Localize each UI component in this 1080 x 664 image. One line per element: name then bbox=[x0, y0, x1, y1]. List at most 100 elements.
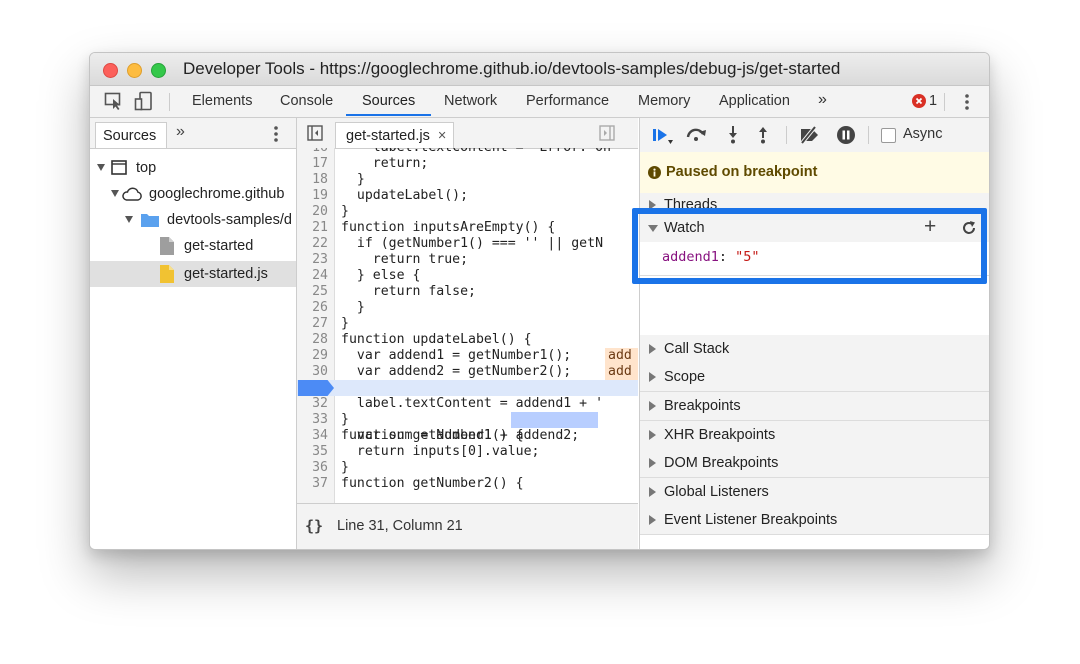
editor-tab-bar: get-started.js × bbox=[297, 118, 638, 149]
error-icon[interactable] bbox=[912, 94, 926, 108]
tree-item-domain[interactable]: googlechrome.github bbox=[90, 182, 296, 208]
section-event-listener-breakpoints[interactable]: Event Listener Breakpoints bbox=[640, 506, 989, 535]
resume-icon[interactable] bbox=[652, 127, 674, 145]
section-dom-breakpoints[interactable]: DOM Breakpoints bbox=[640, 449, 989, 478]
tab-elements[interactable]: Elements bbox=[192, 93, 252, 109]
toggle-navigator-icon[interactable] bbox=[307, 125, 323, 141]
close-tab-button[interactable]: × bbox=[438, 128, 446, 144]
inspect-element-icon[interactable] bbox=[104, 92, 124, 110]
navigator-header: Sources » bbox=[90, 118, 296, 149]
section-xhr-breakpoints[interactable]: XHR Breakpoints bbox=[640, 421, 989, 450]
code-line: 21 function inputsAreEmpty() { bbox=[312, 220, 556, 235]
step-over-icon[interactable] bbox=[685, 126, 707, 142]
window-title: Developer Tools - https://googlechrome.g… bbox=[183, 59, 841, 78]
code-line: 30 var addend2 = getNumber2(); add bbox=[297, 364, 638, 380]
code-area[interactable]: 16 label.textContent = 'Error: On 17 ret… bbox=[297, 148, 638, 504]
tab-application[interactable]: Application bbox=[719, 93, 790, 109]
tab-sources[interactable]: Sources bbox=[362, 93, 415, 109]
frame-icon bbox=[111, 160, 127, 175]
main-tab-bar: Elements Console Sources Network Perform… bbox=[90, 86, 989, 118]
pretty-print-button[interactable]: {} bbox=[305, 517, 323, 535]
step-out-icon[interactable] bbox=[758, 126, 768, 144]
code-line: 35 return inputs[0].value; bbox=[312, 444, 540, 459]
section-scope[interactable]: Scope bbox=[640, 363, 989, 392]
code-line: 37 function getNumber2() { bbox=[312, 476, 524, 491]
async-checkbox[interactable] bbox=[881, 128, 896, 143]
devtools-window: Developer Tools - https://googlechrome.g… bbox=[89, 52, 990, 550]
editor-status-bar: {} Line 31, Column 21 bbox=[297, 503, 638, 549]
watch-highlight-box bbox=[632, 208, 987, 284]
code-line: 16 label.textContent = 'Error: On bbox=[297, 148, 638, 156]
minimize-window-button[interactable] bbox=[127, 63, 142, 78]
toggle-debugger-icon[interactable] bbox=[599, 125, 615, 141]
tab-memory[interactable]: Memory bbox=[638, 93, 690, 109]
code-line: 34 function getNumber1() { bbox=[312, 428, 524, 443]
code-line: 36} bbox=[312, 460, 349, 475]
expand-arrow-icon bbox=[649, 372, 656, 382]
tree-label-get-started: get-started bbox=[184, 238, 254, 254]
step-into-icon[interactable] bbox=[728, 126, 738, 144]
active-tab-indicator bbox=[346, 114, 431, 116]
section-global-listeners[interactable]: Global Listeners bbox=[640, 478, 989, 507]
paused-banner: Paused on breakpoint bbox=[640, 152, 989, 194]
code-line: 22 if (getNumber1() === '' || getN bbox=[312, 236, 604, 251]
title-bar: Developer Tools - https://googlechrome.g… bbox=[90, 53, 989, 86]
paused-message: Paused on breakpoint bbox=[666, 164, 818, 180]
tree-label-folder: devtools-samples/d bbox=[167, 212, 292, 228]
section-call-stack[interactable]: Call Stack bbox=[640, 335, 989, 364]
close-window-button[interactable] bbox=[103, 63, 118, 78]
tab-performance[interactable]: Performance bbox=[526, 93, 609, 109]
async-label: Async bbox=[903, 126, 943, 142]
code-line: 20} bbox=[312, 204, 349, 219]
navigator-more-button[interactable]: » bbox=[176, 123, 185, 141]
cursor-position: Line 31, Column 21 bbox=[337, 518, 463, 534]
tree-item-top[interactable]: top bbox=[90, 156, 296, 182]
file-navigator: Sources » top googlechrome.github devtoo… bbox=[90, 118, 297, 549]
more-options-icon[interactable] bbox=[964, 93, 970, 111]
tab-console[interactable]: Console bbox=[280, 93, 333, 109]
folder-icon bbox=[141, 213, 159, 227]
code-line: 19 updateLabel(); bbox=[312, 188, 469, 203]
code-line: 29 var addend1 = getNumber1(); add bbox=[297, 348, 638, 364]
deactivate-breakpoints-icon[interactable] bbox=[798, 126, 820, 144]
navigator-tab-sources[interactable]: Sources bbox=[95, 122, 167, 148]
more-tabs-button[interactable]: » bbox=[818, 91, 827, 109]
debugger-sidebar: Async Paused on breakpoint Threads Watch… bbox=[639, 118, 989, 549]
expand-arrow-icon bbox=[649, 515, 656, 525]
code-line: 17 return; bbox=[312, 156, 429, 171]
editor-tab-get-started-js[interactable]: get-started.js × bbox=[335, 122, 454, 148]
code-line: 33} bbox=[312, 412, 349, 427]
navigator-menu-icon[interactable] bbox=[273, 125, 279, 143]
code-line: 18 } bbox=[312, 172, 365, 187]
code-line: 32 label.textContent = addend1 + ' bbox=[312, 396, 604, 411]
code-editor: get-started.js × 16 label.textContent = … bbox=[297, 118, 638, 549]
code-line: 28 function updateLabel() { bbox=[312, 332, 532, 347]
expand-arrow-icon bbox=[649, 430, 656, 440]
device-toolbar-icon[interactable] bbox=[134, 91, 154, 111]
info-icon bbox=[648, 166, 661, 179]
tree-item-get-started-js[interactable]: get-started.js bbox=[90, 261, 296, 287]
tab-network[interactable]: Network bbox=[444, 93, 497, 109]
pause-on-exceptions-icon[interactable] bbox=[836, 125, 856, 145]
expand-arrow-icon bbox=[97, 164, 105, 171]
tree-item-folder[interactable]: devtools-samples/d bbox=[90, 208, 296, 234]
section-breakpoints[interactable]: Breakpoints bbox=[640, 392, 989, 421]
js-file-icon bbox=[160, 265, 174, 283]
breakpoint-marker[interactable] bbox=[298, 380, 334, 396]
tree-label-top: top bbox=[136, 160, 157, 176]
tree-label-domain: googlechrome.github bbox=[149, 186, 285, 202]
expand-arrow-icon bbox=[649, 458, 656, 468]
error-count[interactable]: 1 bbox=[929, 93, 937, 109]
code-line: 24 } else { bbox=[312, 268, 421, 283]
debugger-toolbar: Async bbox=[640, 118, 989, 153]
expand-arrow-icon bbox=[125, 216, 133, 223]
expand-arrow-icon bbox=[649, 487, 656, 497]
expand-arrow-icon bbox=[111, 190, 119, 197]
expand-arrow-icon bbox=[649, 401, 656, 411]
editor-tab-label: get-started.js bbox=[346, 128, 430, 144]
code-line: 27} bbox=[312, 316, 349, 331]
zoom-window-button[interactable] bbox=[151, 63, 166, 78]
tree-item-get-started[interactable]: get-started bbox=[90, 234, 296, 260]
code-line: 23 return true; bbox=[312, 252, 469, 267]
inline-value: add bbox=[605, 348, 638, 364]
